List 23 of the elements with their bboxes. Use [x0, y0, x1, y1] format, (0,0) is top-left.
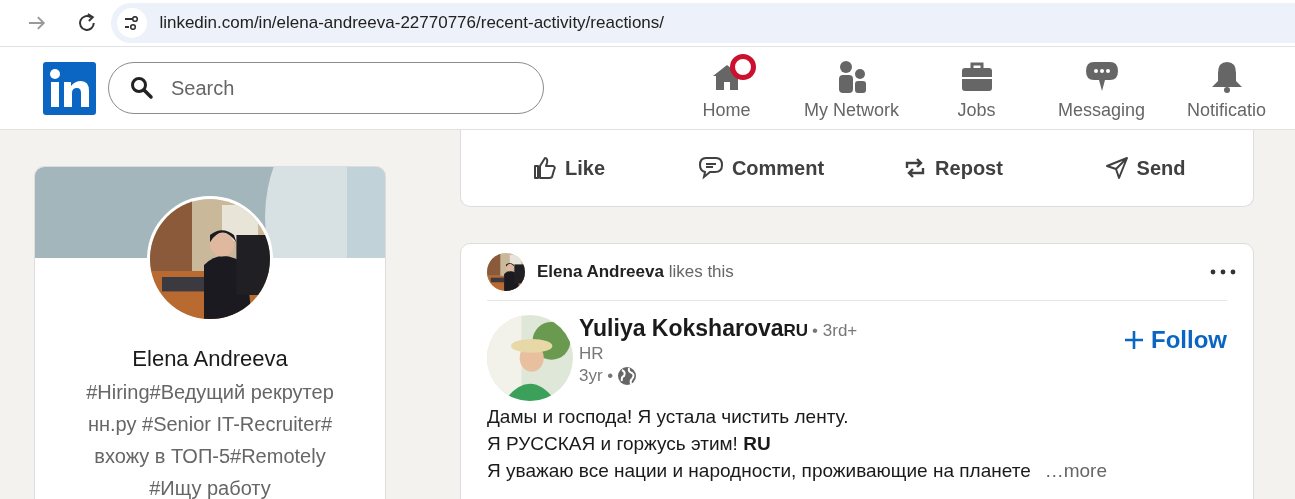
profile-name[interactable]: Elena Andreeva [35, 346, 385, 372]
profile-headline: #Hiring#Ведущий рекрутер нн.ру #Senior IT-Recruiter# вхожу в ТОП-5#Remotely #Ищу работу [85, 380, 335, 499]
nav-item[interactable]: Messaging [1039, 55, 1164, 121]
see-more-link[interactable]: …more [1044, 460, 1107, 481]
post-text: Дамы и господа! Я устала чистить ленту. [487, 405, 850, 429]
repost-button[interactable]: Repost [857, 144, 1049, 192]
author-name[interactable]: Yuliya KoksharovaRU • 3rd+ [579, 315, 858, 342]
send-button[interactable]: Send [1049, 144, 1241, 192]
comment-button[interactable]: Comment [665, 144, 857, 192]
author-title: HR [579, 343, 605, 365]
nav-item[interactable]: My Network [789, 55, 914, 121]
url-text: linkedin.com/in/elena-andreeva-22770776/recent-activity/reactions/ [159, 13, 665, 33]
like-button[interactable]: Like [473, 144, 665, 192]
reaction-header: Elena Andreeva likes this [537, 262, 734, 282]
post-time: 3yr • [579, 366, 614, 386]
nav-item[interactable]: Home [664, 55, 789, 121]
address-bar[interactable]: linkedin.com/in/elena-andreeva-22770776/recent-activity/reactions/ [111, 3, 1295, 43]
nav-item[interactable]: Jobs [914, 55, 1039, 121]
follow-button[interactable]: Follow [1125, 323, 1227, 357]
post-text: Я уважаю все нации и народности, проживающие на планете …more [487, 459, 1108, 483]
nav-item[interactable]: Notificatio [1164, 55, 1289, 121]
search-field[interactable]: Search [108, 62, 544, 114]
post-text: Я РУССКАЯ и горжусь этим! RU [487, 432, 772, 456]
